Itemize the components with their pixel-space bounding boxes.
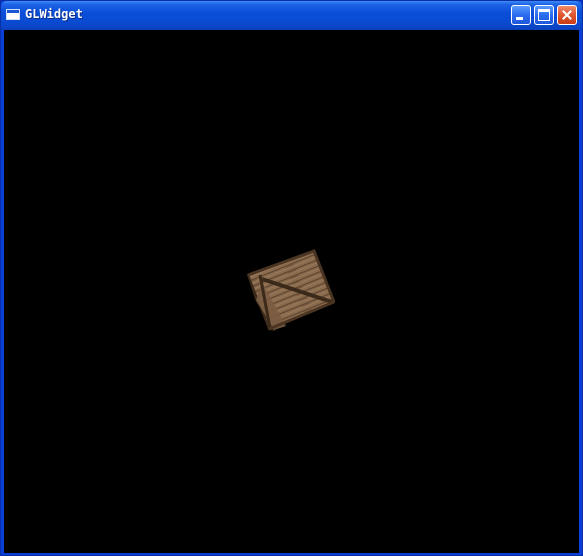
window-icon[interactable] bbox=[6, 9, 20, 20]
minimize-icon bbox=[516, 17, 523, 20]
close-button[interactable] bbox=[557, 5, 577, 25]
window-title: GLWidget bbox=[25, 7, 83, 21]
close-icon bbox=[558, 6, 576, 24]
minimize-button[interactable] bbox=[511, 5, 531, 25]
scene-render bbox=[246, 249, 336, 332]
glwidget-window: GLWidget bbox=[0, 0, 583, 556]
maximize-button[interactable] bbox=[534, 5, 554, 25]
wooden-crate bbox=[246, 249, 336, 332]
opengl-viewport[interactable] bbox=[4, 30, 579, 553]
title-bar[interactable]: GLWidget bbox=[1, 1, 582, 30]
maximize-icon bbox=[538, 9, 550, 21]
